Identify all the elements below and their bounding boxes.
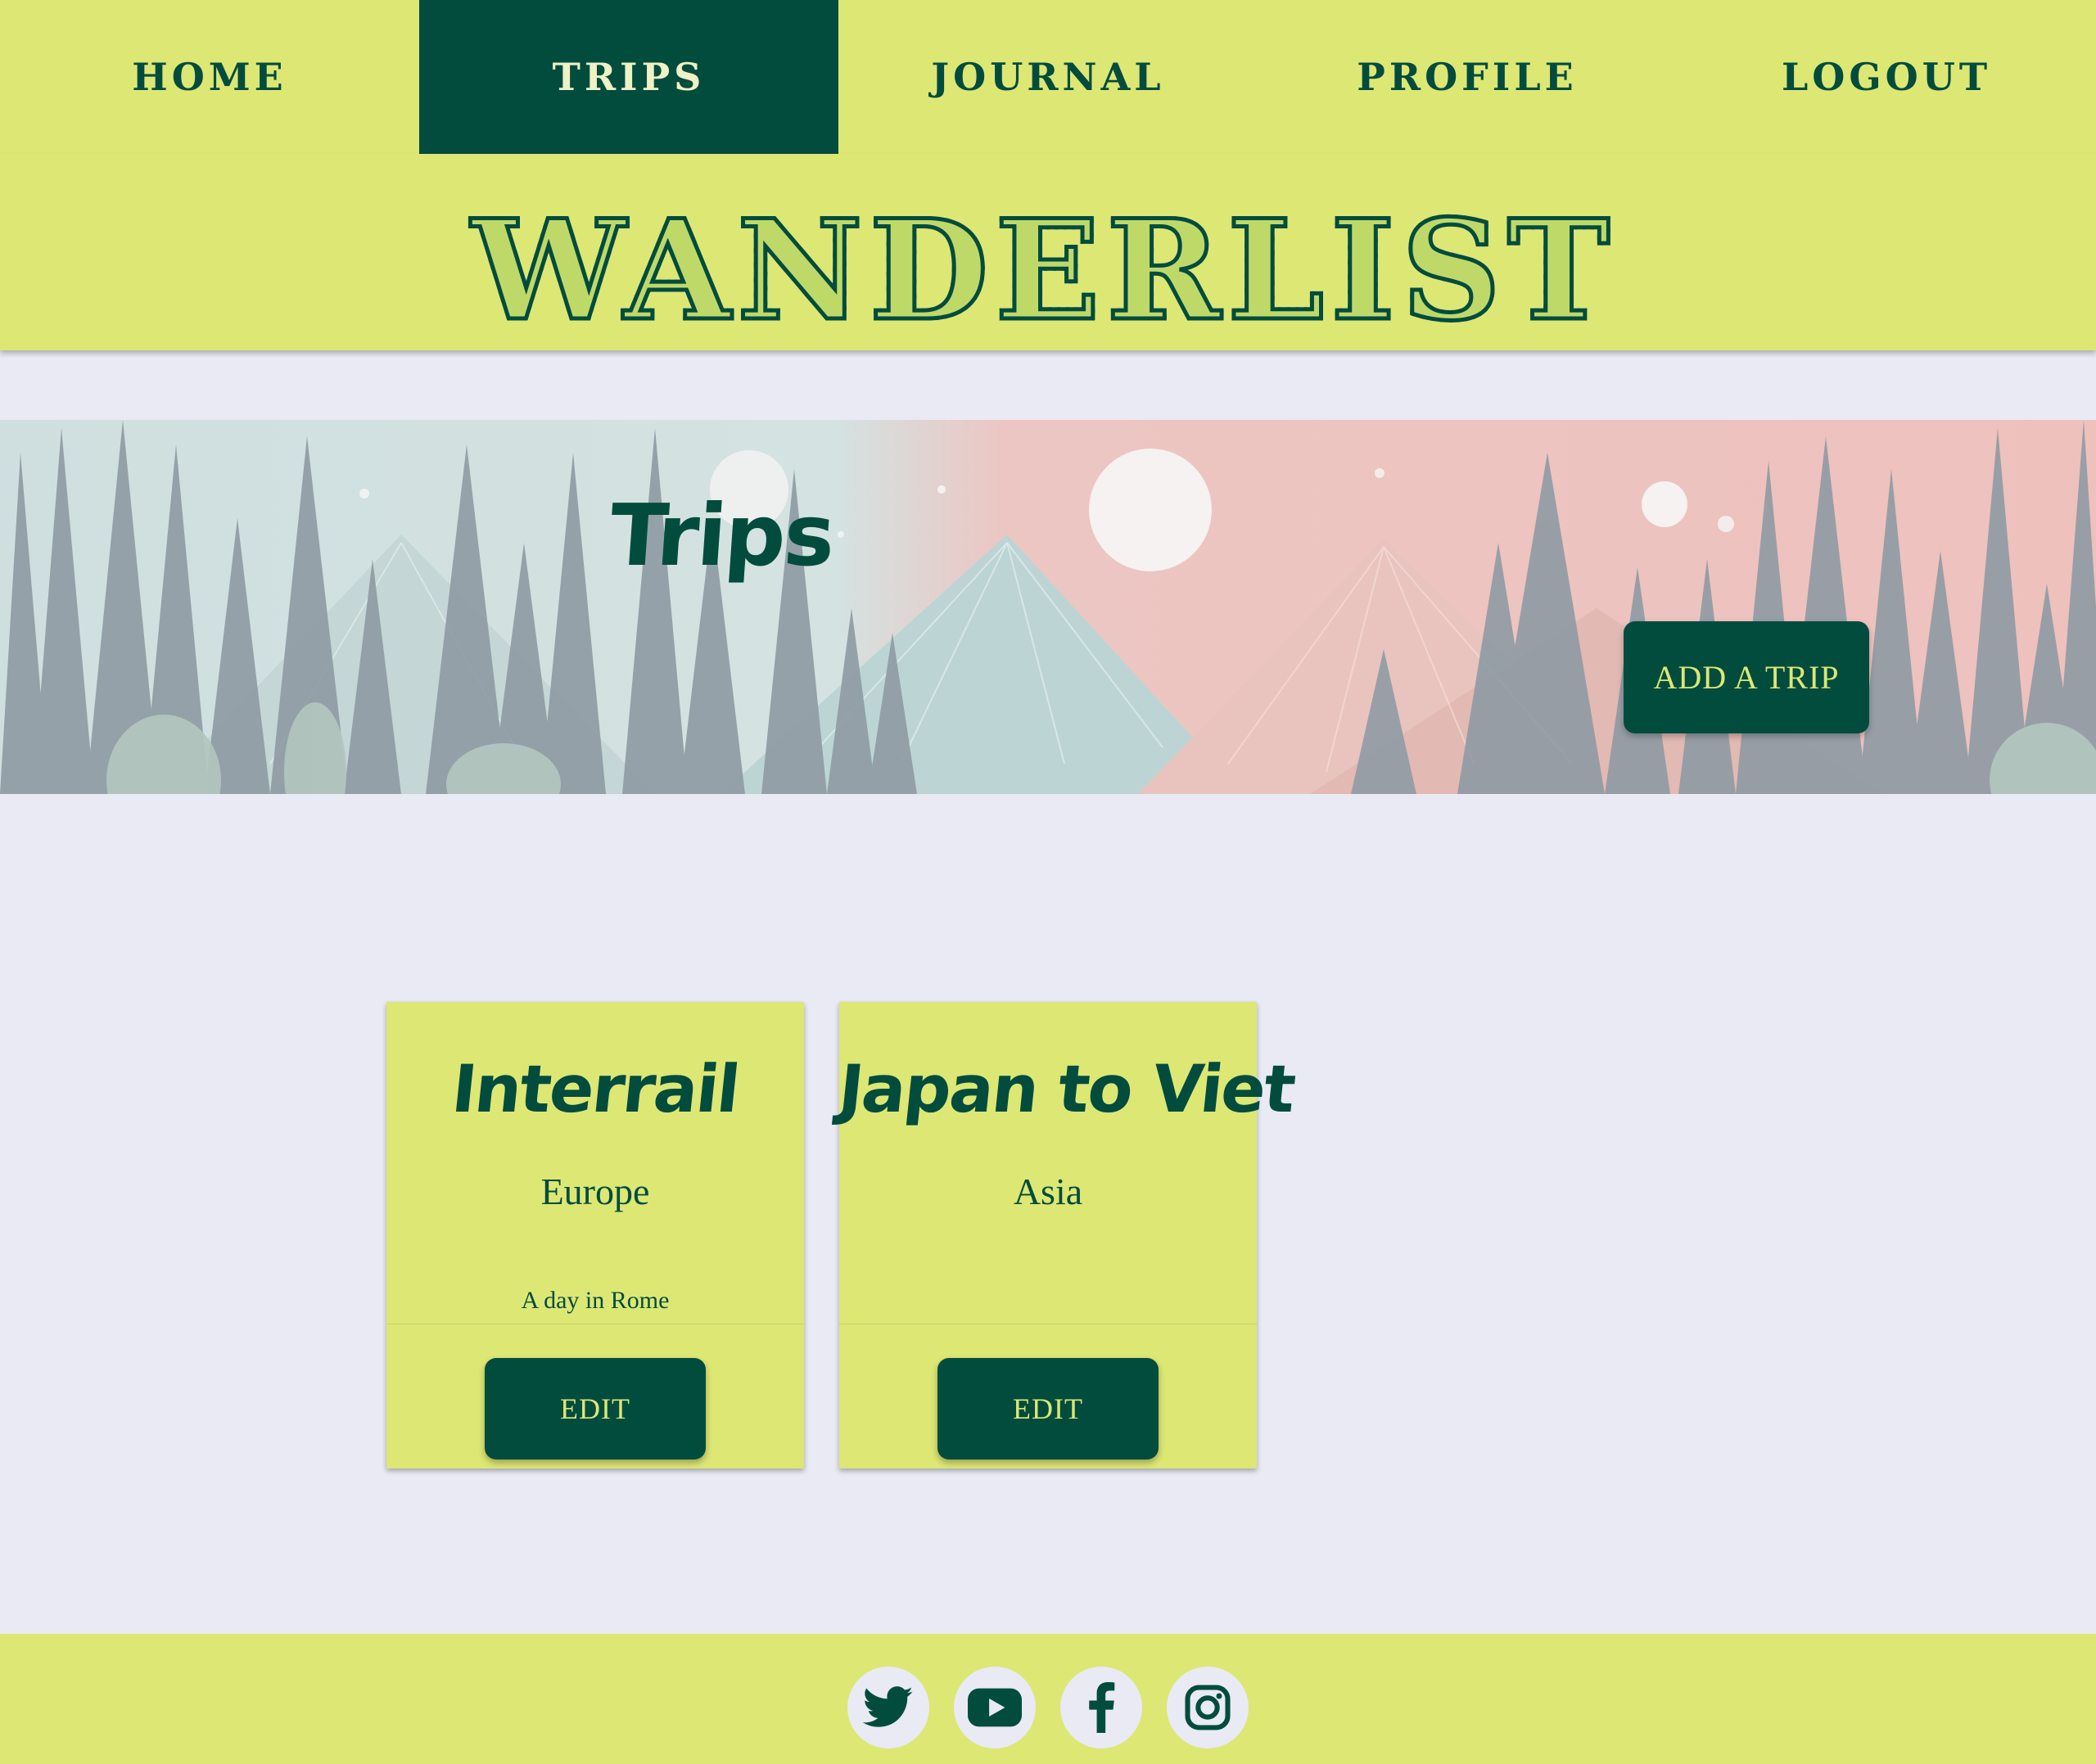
trips-hero-banner: Trips ADD A TRIP [0, 420, 2096, 794]
trip-card: Interrail Europe A day in Rome EDIT [386, 1002, 804, 1468]
youtube-icon-glyph [968, 1688, 1022, 1727]
instagram-icon-glyph [1185, 1685, 1231, 1730]
nav-item-trips[interactable]: TRIPS [419, 0, 838, 154]
facebook-icon-glyph [1089, 1682, 1115, 1733]
twitter-icon[interactable] [847, 1667, 929, 1748]
site-logo[interactable]: WANDERLIST [469, 200, 1616, 341]
trip-region: Europe [540, 1171, 650, 1212]
trip-note: A day in Rome [521, 1287, 670, 1314]
youtube-icon[interactable] [954, 1667, 1036, 1748]
edit-trip-button[interactable]: EDIT [937, 1358, 1159, 1459]
trip-card: Japan to Viet Asia EDIT [835, 1002, 1298, 1468]
facebook-icon[interactable] [1060, 1667, 1142, 1748]
nav-item-home[interactable]: HOME [0, 0, 419, 154]
trip-title: Japan to Viet [835, 1051, 1299, 1127]
forest-mountain-illustration [0, 420, 2096, 794]
twitter-icon-glyph [863, 1686, 913, 1727]
site-header: WANDERLIST [0, 154, 2096, 350]
add-trip-button[interactable]: ADD A TRIP [1624, 621, 1869, 733]
trip-region: Asia [1013, 1171, 1083, 1212]
nav-item-profile[interactable]: PROFILE [1258, 0, 1677, 154]
nav-item-journal[interactable]: JOURNAL [838, 0, 1258, 154]
trip-title: Interrail [448, 1051, 743, 1127]
instagram-icon[interactable] [1167, 1667, 1249, 1748]
site-footer [0, 1634, 2096, 1764]
main-nav: HOME TRIPS JOURNAL PROFILE LOGOUT [0, 0, 2096, 154]
edit-trip-button[interactable]: EDIT [485, 1358, 706, 1459]
page-title: Trips [606, 485, 838, 585]
nav-item-logout[interactable]: LOGOUT [1677, 0, 2096, 154]
